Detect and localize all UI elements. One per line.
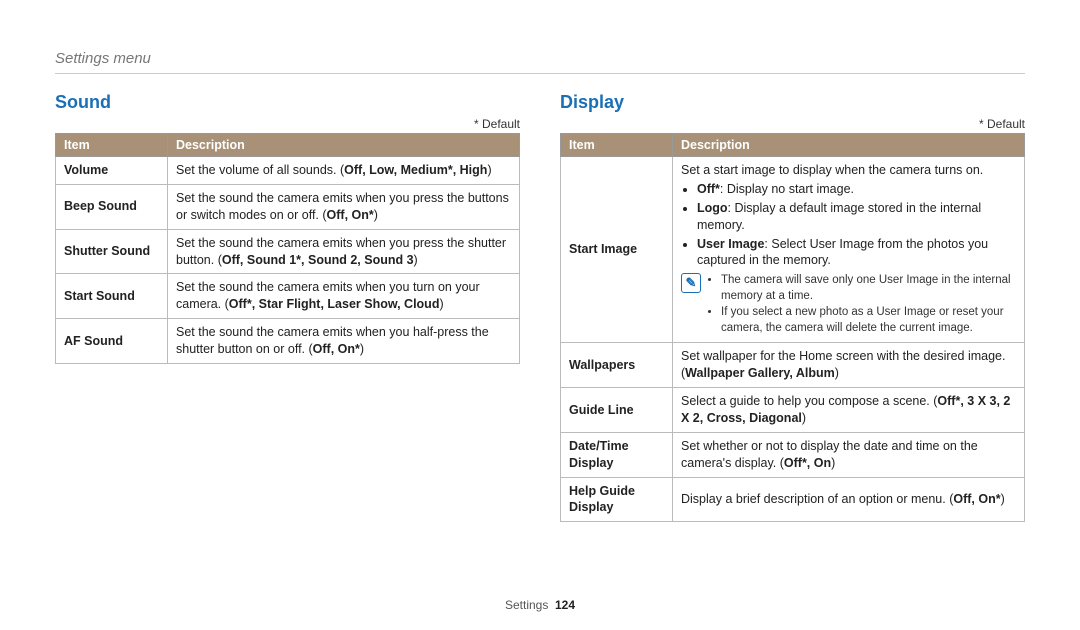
item-desc: Set a start image to display when the ca…	[673, 157, 1025, 343]
table-row: Volume Set the volume of all sounds. (Of…	[56, 157, 520, 185]
page: Settings menu Sound * Default Item Descr…	[0, 0, 1080, 630]
list-item: Off*: Display no start image.	[697, 181, 1016, 198]
note-icon: ✎	[681, 273, 701, 293]
columns: Sound * Default Item Description Volume …	[55, 92, 1025, 522]
item-desc: Set the sound the camera emits when you …	[168, 184, 520, 229]
list-item: User Image: Select User Image from the p…	[697, 236, 1016, 270]
item-desc: Set whether or not to display the date a…	[673, 432, 1025, 477]
list-item: Logo: Display a default image stored in …	[697, 200, 1016, 234]
item-desc: Select a guide to help you compose a sce…	[673, 388, 1025, 433]
item-desc: Display a brief description of an option…	[673, 477, 1025, 522]
footer-section: Settings	[505, 598, 548, 612]
table-row: Start Image Set a start image to display…	[561, 157, 1025, 343]
table-row: Date/Time Display Set whether or not to …	[561, 432, 1025, 477]
start-image-bullets: Off*: Display no start image. Logo: Disp…	[681, 181, 1016, 269]
sound-table: Item Description Volume Set the volume o…	[55, 133, 520, 364]
item-name: Shutter Sound	[56, 229, 168, 274]
start-image-lead: Set a start image to display when the ca…	[681, 162, 1016, 179]
table-row: Shutter Sound Set the sound the camera e…	[56, 229, 520, 274]
col-display: Display * Default Item Description Start…	[560, 92, 1025, 522]
item-desc: Set the sound the camera emits when you …	[168, 319, 520, 364]
display-title: Display	[560, 92, 1025, 113]
table-row: AF Sound Set the sound the camera emits …	[56, 319, 520, 364]
item-name: Guide Line	[561, 388, 673, 433]
item-name: Help Guide Display	[561, 477, 673, 522]
item-name: Beep Sound	[56, 184, 168, 229]
breadcrumb: Settings menu	[55, 50, 1025, 74]
item-name: Date/Time Display	[561, 432, 673, 477]
th-item: Item	[561, 134, 673, 157]
table-row: Help Guide Display Display a brief descr…	[561, 477, 1025, 522]
item-name: Start Image	[561, 157, 673, 343]
default-note-sound: * Default	[55, 117, 520, 131]
item-desc: Set wallpaper for the Home screen with t…	[673, 343, 1025, 388]
item-desc: Set the sound the camera emits when you …	[168, 274, 520, 319]
item-desc: Set the sound the camera emits when you …	[168, 229, 520, 274]
display-table: Item Description Start Image Set a start…	[560, 133, 1025, 522]
item-desc: Set the volume of all sounds. (Off, Low,…	[168, 157, 520, 185]
th-item: Item	[56, 134, 168, 157]
list-item: The camera will save only one User Image…	[721, 273, 1016, 304]
footer-page: 124	[555, 598, 575, 612]
note-box: ✎ The camera will save only one User Ima…	[681, 273, 1016, 337]
th-desc: Description	[168, 134, 520, 157]
footer: Settings 124	[0, 598, 1080, 612]
table-row: Beep Sound Set the sound the camera emit…	[56, 184, 520, 229]
sound-title: Sound	[55, 92, 520, 113]
item-name: Start Sound	[56, 274, 168, 319]
list-item: If you select a new photo as a User Imag…	[721, 305, 1016, 336]
item-name: AF Sound	[56, 319, 168, 364]
note-list: The camera will save only one User Image…	[707, 273, 1016, 337]
th-desc: Description	[673, 134, 1025, 157]
table-row: Guide Line Select a guide to help you co…	[561, 388, 1025, 433]
item-name: Volume	[56, 157, 168, 185]
table-row: Start Sound Set the sound the camera emi…	[56, 274, 520, 319]
table-row: Wallpapers Set wallpaper for the Home sc…	[561, 343, 1025, 388]
item-name: Wallpapers	[561, 343, 673, 388]
col-sound: Sound * Default Item Description Volume …	[55, 92, 520, 522]
default-note-display: * Default	[560, 117, 1025, 131]
